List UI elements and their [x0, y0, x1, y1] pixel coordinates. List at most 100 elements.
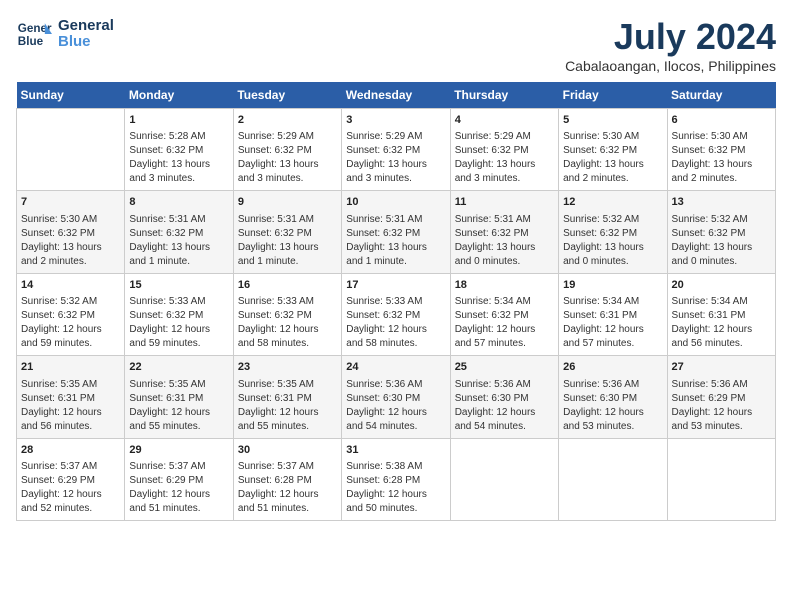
calendar-cell: 17 Sunrise: 5:33 AM Sunset: 6:32 PM Dayli…	[342, 273, 450, 355]
svg-text:Blue: Blue	[18, 35, 44, 48]
day-number: 24	[346, 360, 445, 375]
day-info: Sunrise: 5:30 AM Sunset: 6:32 PM Dayligh…	[21, 213, 120, 269]
day-info: Sunrise: 5:31 AM Sunset: 6:32 PM Dayligh…	[346, 213, 445, 269]
day-number: 17	[346, 278, 445, 293]
day-info: Sunrise: 5:35 AM Sunset: 6:31 PM Dayligh…	[238, 378, 337, 434]
column-header-thursday: Thursday	[450, 82, 558, 109]
day-number: 30	[238, 443, 337, 458]
calendar-cell: 28 Sunrise: 5:37 AM Sunset: 6:29 PM Dayli…	[17, 438, 125, 520]
calendar-cell: 14 Sunrise: 5:32 AM Sunset: 6:32 PM Dayli…	[17, 273, 125, 355]
calendar-week-5: 28 Sunrise: 5:37 AM Sunset: 6:29 PM Dayli…	[17, 438, 776, 520]
day-number: 7	[21, 195, 120, 210]
day-number: 14	[21, 278, 120, 293]
title-section: July 2024 Cabalaoangan, Ilocos, Philippi…	[565, 16, 776, 74]
column-header-friday: Friday	[559, 82, 667, 109]
day-info: Sunrise: 5:29 AM Sunset: 6:32 PM Dayligh…	[346, 130, 445, 186]
day-number: 18	[455, 278, 554, 293]
calendar-cell	[667, 438, 775, 520]
day-number: 12	[563, 195, 662, 210]
day-info: Sunrise: 5:34 AM Sunset: 6:31 PM Dayligh…	[563, 295, 662, 351]
day-info: Sunrise: 5:30 AM Sunset: 6:32 PM Dayligh…	[563, 130, 662, 186]
day-info: Sunrise: 5:30 AM Sunset: 6:32 PM Dayligh…	[672, 130, 771, 186]
header: General Blue General Blue July 2024 Caba…	[16, 16, 776, 74]
day-number: 25	[455, 360, 554, 375]
calendar-cell: 3 Sunrise: 5:29 AM Sunset: 6:32 PM Daylig…	[342, 109, 450, 191]
day-number: 19	[563, 278, 662, 293]
day-number: 9	[238, 195, 337, 210]
day-info: Sunrise: 5:32 AM Sunset: 6:32 PM Dayligh…	[563, 213, 662, 269]
day-info: Sunrise: 5:28 AM Sunset: 6:32 PM Dayligh…	[129, 130, 228, 186]
calendar-cell: 19 Sunrise: 5:34 AM Sunset: 6:31 PM Dayli…	[559, 273, 667, 355]
calendar-cell: 5 Sunrise: 5:30 AM Sunset: 6:32 PM Daylig…	[559, 109, 667, 191]
calendar-cell: 24Sunrise: 5:36 AM Sunset: 6:30 PM Dayli…	[342, 356, 450, 438]
day-number: 26	[563, 360, 662, 375]
column-header-wednesday: Wednesday	[342, 82, 450, 109]
day-info: Sunrise: 5:33 AM Sunset: 6:32 PM Dayligh…	[129, 295, 228, 351]
column-header-sunday: Sunday	[17, 82, 125, 109]
day-info: Sunrise: 5:36 AM Sunset: 6:30 PM Dayligh…	[455, 378, 554, 434]
calendar-cell: 31 Sunrise: 5:38 AM Sunset: 6:28 PM Dayli…	[342, 438, 450, 520]
day-number: 8	[129, 195, 228, 210]
calendar-cell	[450, 438, 558, 520]
day-number: 15	[129, 278, 228, 293]
calendar-cell: 11Sunrise: 5:31 AM Sunset: 6:32 PM Dayli…	[450, 191, 558, 273]
calendar-cell: 1 Sunrise: 5:28 AM Sunset: 6:32 PM Daylig…	[125, 109, 233, 191]
day-number: 31	[346, 443, 445, 458]
day-number: 10	[346, 195, 445, 210]
day-info: Sunrise: 5:32 AM Sunset: 6:32 PM Dayligh…	[21, 295, 120, 351]
day-info: Sunrise: 5:32 AM Sunset: 6:32 PM Dayligh…	[672, 213, 771, 269]
day-number: 22	[129, 360, 228, 375]
calendar-header-row: SundayMondayTuesdayWednesdayThursdayFrid…	[17, 82, 776, 109]
page-title: July 2024	[565, 16, 776, 58]
calendar-week-3: 14 Sunrise: 5:32 AM Sunset: 6:32 PM Dayli…	[17, 273, 776, 355]
column-header-tuesday: Tuesday	[233, 82, 341, 109]
day-info: Sunrise: 5:37 AM Sunset: 6:28 PM Dayligh…	[238, 460, 337, 516]
logo-icon: General Blue	[16, 16, 52, 52]
day-info: Sunrise: 5:36 AM Sunset: 6:30 PM Dayligh…	[563, 378, 662, 434]
day-info: Sunrise: 5:33 AM Sunset: 6:32 PM Dayligh…	[346, 295, 445, 351]
column-header-monday: Monday	[125, 82, 233, 109]
day-info: Sunrise: 5:38 AM Sunset: 6:28 PM Dayligh…	[346, 460, 445, 516]
calendar-cell: 12 Sunrise: 5:32 AM Sunset: 6:32 PM Dayli…	[559, 191, 667, 273]
calendar-cell: 10 Sunrise: 5:31 AM Sunset: 6:32 PM Dayli…	[342, 191, 450, 273]
calendar-cell: 4 Sunrise: 5:29 AM Sunset: 6:32 PM Daylig…	[450, 109, 558, 191]
day-number: 3	[346, 113, 445, 128]
day-number: 4	[455, 113, 554, 128]
calendar-cell: 30 Sunrise: 5:37 AM Sunset: 6:28 PM Dayli…	[233, 438, 341, 520]
day-info: Sunrise: 5:37 AM Sunset: 6:29 PM Dayligh…	[21, 460, 120, 516]
calendar-week-4: 21 Sunrise: 5:35 AM Sunset: 6:31 PM Dayli…	[17, 356, 776, 438]
day-number: 23	[238, 360, 337, 375]
day-info: Sunrise: 5:34 AM Sunset: 6:31 PM Dayligh…	[672, 295, 771, 351]
logo-line2: Blue	[58, 34, 114, 51]
logo: General Blue General Blue	[16, 16, 114, 52]
calendar-cell: 2Sunrise: 5:29 AM Sunset: 6:32 PM Daylig…	[233, 109, 341, 191]
day-number: 16	[238, 278, 337, 293]
day-info: Sunrise: 5:35 AM Sunset: 6:31 PM Dayligh…	[21, 378, 120, 434]
calendar-cell: 7 Sunrise: 5:30 AM Sunset: 6:32 PM Daylig…	[17, 191, 125, 273]
day-info: Sunrise: 5:29 AM Sunset: 6:32 PM Dayligh…	[455, 130, 554, 186]
calendar-cell: 13Sunrise: 5:32 AM Sunset: 6:32 PM Dayli…	[667, 191, 775, 273]
calendar-cell: 27Sunrise: 5:36 AM Sunset: 6:29 PM Dayli…	[667, 356, 775, 438]
calendar-cell: 29Sunrise: 5:37 AM Sunset: 6:29 PM Dayli…	[125, 438, 233, 520]
day-info: Sunrise: 5:36 AM Sunset: 6:29 PM Dayligh…	[672, 378, 771, 434]
day-number: 5	[563, 113, 662, 128]
day-number: 2	[238, 113, 337, 128]
logo-line1: General	[58, 18, 114, 35]
page-subtitle: Cabalaoangan, Ilocos, Philippines	[565, 58, 776, 74]
calendar-cell: 25 Sunrise: 5:36 AM Sunset: 6:30 PM Dayli…	[450, 356, 558, 438]
calendar-cell: 21 Sunrise: 5:35 AM Sunset: 6:31 PM Dayli…	[17, 356, 125, 438]
day-info: Sunrise: 5:35 AM Sunset: 6:31 PM Dayligh…	[129, 378, 228, 434]
calendar-cell	[17, 109, 125, 191]
calendar-cell: 26 Sunrise: 5:36 AM Sunset: 6:30 PM Dayli…	[559, 356, 667, 438]
day-info: Sunrise: 5:31 AM Sunset: 6:32 PM Dayligh…	[129, 213, 228, 269]
calendar-cell: 15 Sunrise: 5:33 AM Sunset: 6:32 PM Dayli…	[125, 273, 233, 355]
calendar-body: 1 Sunrise: 5:28 AM Sunset: 6:32 PM Daylig…	[17, 109, 776, 521]
calendar-table: SundayMondayTuesdayWednesdayThursdayFrid…	[16, 82, 776, 521]
day-number: 28	[21, 443, 120, 458]
column-header-saturday: Saturday	[667, 82, 775, 109]
day-number: 21	[21, 360, 120, 375]
calendar-cell: 9 Sunrise: 5:31 AM Sunset: 6:32 PM Daylig…	[233, 191, 341, 273]
day-number: 1	[129, 113, 228, 128]
day-info: Sunrise: 5:31 AM Sunset: 6:32 PM Dayligh…	[238, 213, 337, 269]
day-number: 6	[672, 113, 771, 128]
